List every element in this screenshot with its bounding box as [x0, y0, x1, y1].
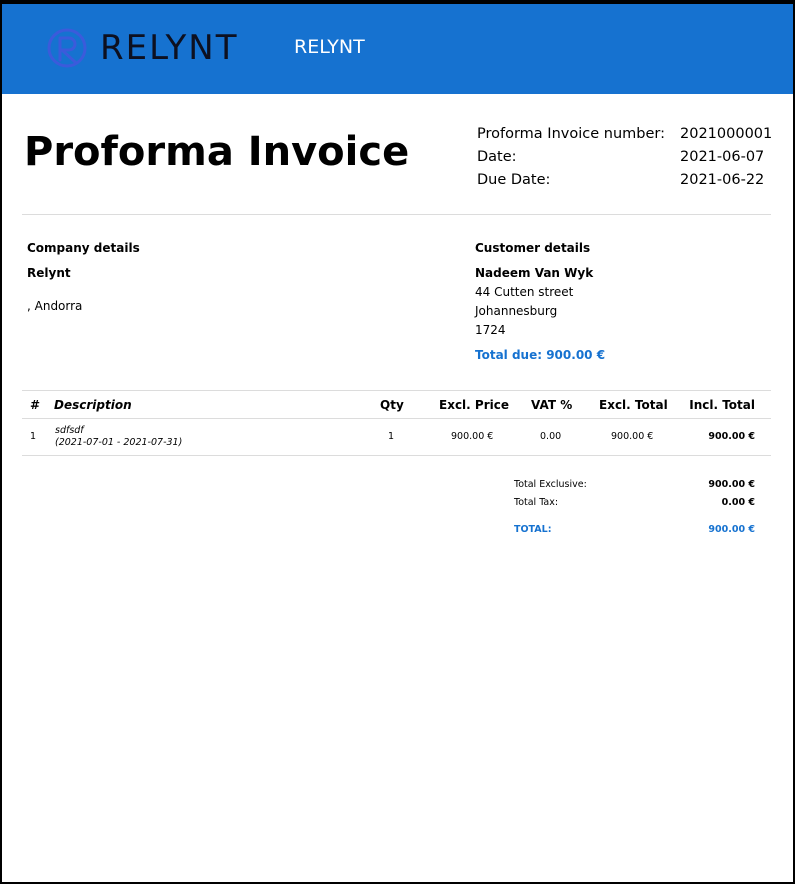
- grand-total-label: TOTAL:: [514, 524, 552, 535]
- meta-value: 2021-06-22: [680, 172, 765, 188]
- invoice-meta: Proforma Invoice number: 2021000001 Date…: [477, 124, 777, 193]
- customer-city: Johannesburg: [475, 304, 558, 318]
- divider: [22, 390, 771, 391]
- customer-street: 44 Cutten street: [475, 285, 574, 299]
- company-details-heading: Company details: [27, 241, 140, 255]
- customer-details: Customer details Nadeem Van Wyk 44 Cutte…: [475, 239, 605, 365]
- page-title: Proforma Invoice: [24, 129, 410, 175]
- header-bar: RELYNT RELYNT: [2, 4, 793, 94]
- row-vat: 0.00: [540, 431, 562, 442]
- company-name: Relynt: [27, 266, 71, 280]
- row-excl-total: 900.00 €: [611, 431, 654, 442]
- grand-total-value: 900.00 €: [708, 524, 755, 535]
- divider: [22, 455, 771, 456]
- invoice-page: RELYNT RELYNT Proforma Invoice Proforma …: [2, 4, 793, 882]
- logo-text: RELYNT: [100, 28, 239, 68]
- row-qty: 1: [388, 431, 395, 442]
- row-excl-price: 900.00 €: [451, 431, 494, 442]
- col-excl-price: Excl. Price: [439, 398, 509, 412]
- row-description: sdfsdf: [55, 425, 84, 436]
- row-period: (2021-07-01 - 2021-07-31): [55, 437, 183, 448]
- meta-label: Proforma Invoice number:: [477, 126, 665, 142]
- col-num: #: [30, 398, 41, 412]
- divider: [22, 214, 771, 215]
- company-address: , Andorra: [27, 299, 83, 313]
- totals-summary: Total Exclusive: 900.00 € Total Tax: 0.0…: [2, 479, 793, 542]
- customer-name: Nadeem Van Wyk: [475, 266, 594, 280]
- relynt-logo-mark-icon: [47, 28, 87, 68]
- meta-due-date: Due Date: 2021-06-22: [477, 170, 777, 193]
- total-tax-label: Total Tax:: [514, 497, 559, 508]
- total-tax-value: 0.00 €: [721, 497, 755, 508]
- row-incl-total: 900.00 €: [708, 431, 755, 442]
- row-num: 1: [30, 431, 37, 442]
- total-due: Total due: 900.00 €: [475, 348, 606, 362]
- col-excl-total: Excl. Total: [599, 398, 668, 412]
- customer-details-heading: Customer details: [475, 241, 591, 255]
- meta-invoice-number: Proforma Invoice number: 2021000001: [477, 124, 777, 147]
- meta-value: 2021000001: [680, 126, 773, 142]
- total-exclusive-row: Total Exclusive: 900.00 €: [2, 479, 793, 497]
- customer-postal: 1724: [475, 323, 506, 337]
- relynt-logo: RELYNT: [46, 26, 239, 70]
- meta-value: 2021-06-07: [680, 149, 765, 165]
- grand-total-row: TOTAL: 900.00 €: [2, 524, 793, 542]
- col-description: Description: [54, 398, 132, 412]
- col-incl-total: Incl. Total: [689, 398, 755, 412]
- total-exclusive-value: 900.00 €: [708, 479, 755, 490]
- meta-date: Date: 2021-06-07: [477, 147, 777, 170]
- company-details: Company details Relynt , Andorra: [27, 239, 140, 316]
- col-vat: VAT %: [531, 398, 573, 412]
- col-qty: Qty: [380, 398, 404, 412]
- meta-label: Due Date:: [477, 172, 551, 188]
- meta-label: Date:: [477, 149, 517, 165]
- header-company-name: RELYNT: [294, 36, 365, 58]
- total-exclusive-label: Total Exclusive:: [514, 479, 587, 490]
- total-tax-row: Total Tax: 0.00 €: [2, 497, 793, 515]
- divider: [22, 418, 771, 419]
